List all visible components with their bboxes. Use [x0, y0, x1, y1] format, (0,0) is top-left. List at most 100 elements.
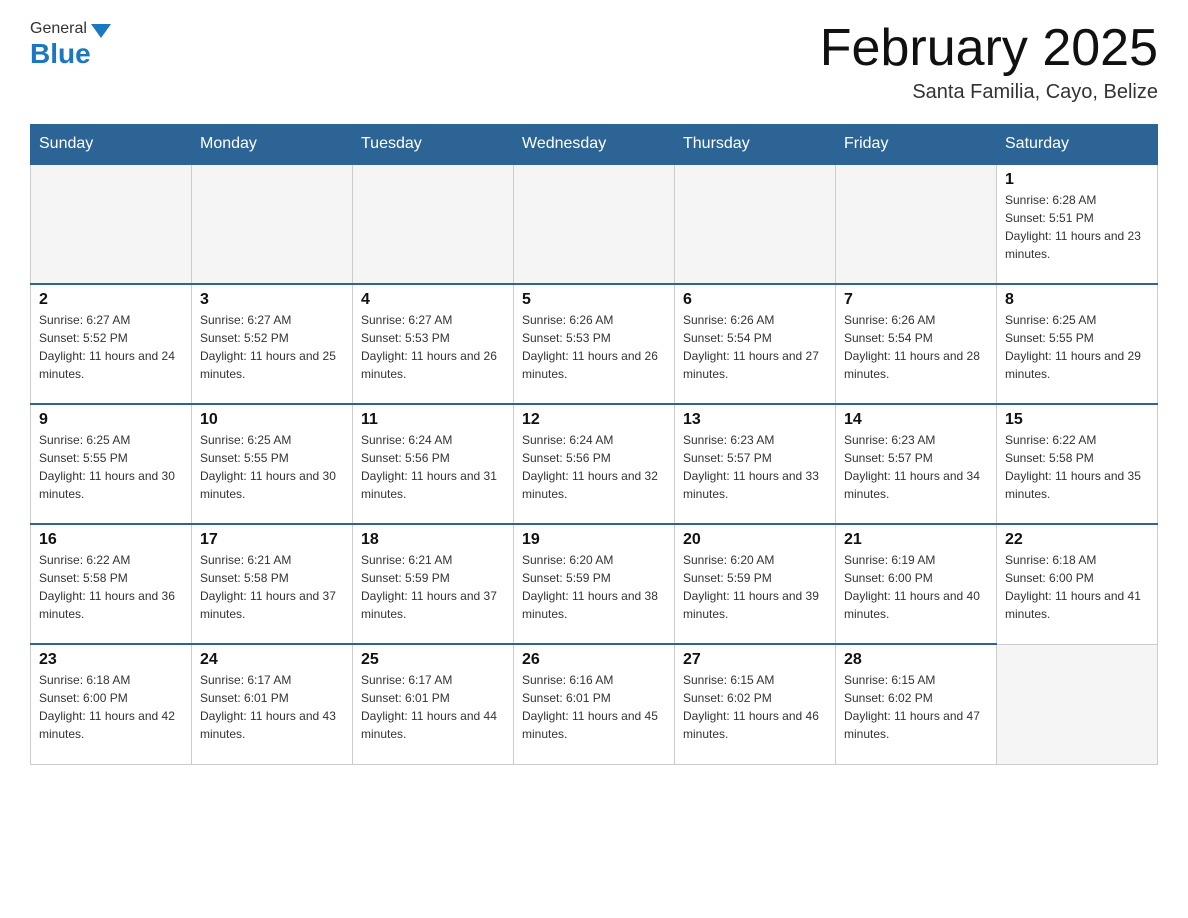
header-wednesday: Wednesday	[514, 125, 675, 165]
header-tuesday: Tuesday	[353, 125, 514, 165]
calendar-day-cell: 10 Sunrise: 6:25 AMSunset: 5:55 PMDayligh…	[192, 404, 353, 524]
day-number: 7	[844, 291, 988, 309]
calendar-day-cell: 1 Sunrise: 6:28 AMSunset: 5:51 PMDaylight…	[997, 164, 1158, 284]
day-number: 25	[361, 651, 505, 669]
calendar-day-cell: 6 Sunrise: 6:26 AMSunset: 5:54 PMDaylight…	[675, 284, 836, 404]
day-number: 19	[522, 531, 666, 549]
calendar-day-cell: 2 Sunrise: 6:27 AMSunset: 5:52 PMDaylight…	[31, 284, 192, 404]
header-thursday: Thursday	[675, 125, 836, 165]
day-number: 24	[200, 651, 344, 669]
header-monday: Monday	[192, 125, 353, 165]
day-info: Sunrise: 6:28 AMSunset: 5:51 PMDaylight:…	[1005, 191, 1149, 263]
day-number: 1	[1005, 171, 1149, 189]
title-section: February 2025 Santa Familia, Cayo, Beliz…	[820, 20, 1158, 104]
day-number: 27	[683, 651, 827, 669]
day-info: Sunrise: 6:26 AMSunset: 5:54 PMDaylight:…	[844, 311, 988, 383]
calendar-subtitle: Santa Familia, Cayo, Belize	[820, 81, 1158, 104]
day-number: 5	[522, 291, 666, 309]
day-info: Sunrise: 6:21 AMSunset: 5:59 PMDaylight:…	[361, 551, 505, 623]
day-info: Sunrise: 6:21 AMSunset: 5:58 PMDaylight:…	[200, 551, 344, 623]
day-number: 10	[200, 411, 344, 429]
calendar-day-cell: 12 Sunrise: 6:24 AMSunset: 5:56 PMDayligh…	[514, 404, 675, 524]
day-number: 20	[683, 531, 827, 549]
day-number: 15	[1005, 411, 1149, 429]
calendar-day-cell	[997, 644, 1158, 764]
day-info: Sunrise: 6:20 AMSunset: 5:59 PMDaylight:…	[522, 551, 666, 623]
calendar-body: 1 Sunrise: 6:28 AMSunset: 5:51 PMDaylight…	[31, 164, 1158, 764]
calendar-week-row: 23Sunrise: 6:18 AMSunset: 6:00 PMDayligh…	[31, 644, 1158, 764]
day-info: Sunrise: 6:25 AMSunset: 5:55 PMDaylight:…	[39, 431, 183, 503]
calendar-week-row: 9Sunrise: 6:25 AMSunset: 5:55 PMDaylight…	[31, 404, 1158, 524]
calendar-day-cell	[675, 164, 836, 284]
day-info: Sunrise: 6:19 AMSunset: 6:00 PMDaylight:…	[844, 551, 988, 623]
calendar-day-cell: 27 Sunrise: 6:15 AMSunset: 6:02 PMDayligh…	[675, 644, 836, 764]
logo: General Blue	[30, 20, 111, 70]
calendar-day-cell: 5 Sunrise: 6:26 AMSunset: 5:53 PMDaylight…	[514, 284, 675, 404]
calendar-day-cell: 15 Sunrise: 6:22 AMSunset: 5:58 PMDayligh…	[997, 404, 1158, 524]
calendar-day-cell	[514, 164, 675, 284]
day-number: 17	[200, 531, 344, 549]
weekday-header-row: SundayMondayTuesdayWednesdayThursdayFrid…	[31, 125, 1158, 165]
day-info: Sunrise: 6:23 AMSunset: 5:57 PMDaylight:…	[683, 431, 827, 503]
day-number: 6	[683, 291, 827, 309]
calendar-header: SundayMondayTuesdayWednesdayThursdayFrid…	[31, 125, 1158, 165]
day-number: 26	[522, 651, 666, 669]
page-header: General Blue February 2025 Santa Familia…	[30, 20, 1158, 104]
day-info: Sunrise: 6:18 AMSunset: 6:00 PMDaylight:…	[1005, 551, 1149, 623]
calendar-day-cell	[353, 164, 514, 284]
day-number: 8	[1005, 291, 1149, 309]
calendar-day-cell: 23Sunrise: 6:18 AMSunset: 6:00 PMDayligh…	[31, 644, 192, 764]
day-info: Sunrise: 6:26 AMSunset: 5:54 PMDaylight:…	[683, 311, 827, 383]
day-number: 23	[39, 651, 183, 669]
day-number: 13	[683, 411, 827, 429]
calendar-day-cell: 22 Sunrise: 6:18 AMSunset: 6:00 PMDayligh…	[997, 524, 1158, 644]
calendar-day-cell: 7 Sunrise: 6:26 AMSunset: 5:54 PMDaylight…	[836, 284, 997, 404]
day-info: Sunrise: 6:27 AMSunset: 5:52 PMDaylight:…	[39, 311, 183, 383]
calendar-day-cell: 24 Sunrise: 6:17 AMSunset: 6:01 PMDayligh…	[192, 644, 353, 764]
calendar-day-cell: 14Sunrise: 6:23 AMSunset: 5:57 PMDayligh…	[836, 404, 997, 524]
day-info: Sunrise: 6:22 AMSunset: 5:58 PMDaylight:…	[1005, 431, 1149, 503]
calendar-title: February 2025	[820, 20, 1158, 77]
day-info: Sunrise: 6:15 AMSunset: 6:02 PMDaylight:…	[683, 671, 827, 743]
calendar-day-cell: 4Sunrise: 6:27 AMSunset: 5:53 PMDaylight…	[353, 284, 514, 404]
calendar-day-cell: 26Sunrise: 6:16 AMSunset: 6:01 PMDayligh…	[514, 644, 675, 764]
day-info: Sunrise: 6:25 AMSunset: 5:55 PMDaylight:…	[200, 431, 344, 503]
logo-blue-text: Blue	[30, 38, 91, 70]
day-number: 12	[522, 411, 666, 429]
calendar-week-row: 1 Sunrise: 6:28 AMSunset: 5:51 PMDaylight…	[31, 164, 1158, 284]
day-info: Sunrise: 6:17 AMSunset: 6:01 PMDaylight:…	[361, 671, 505, 743]
calendar-day-cell: 18Sunrise: 6:21 AMSunset: 5:59 PMDayligh…	[353, 524, 514, 644]
day-info: Sunrise: 6:27 AMSunset: 5:52 PMDaylight:…	[200, 311, 344, 383]
calendar-day-cell	[31, 164, 192, 284]
calendar-day-cell: 19 Sunrise: 6:20 AMSunset: 5:59 PMDayligh…	[514, 524, 675, 644]
calendar-day-cell: 25 Sunrise: 6:17 AMSunset: 6:01 PMDayligh…	[353, 644, 514, 764]
day-info: Sunrise: 6:17 AMSunset: 6:01 PMDaylight:…	[200, 671, 344, 743]
day-info: Sunrise: 6:24 AMSunset: 5:56 PMDaylight:…	[361, 431, 505, 503]
calendar-week-row: 16 Sunrise: 6:22 AMSunset: 5:58 PMDayligh…	[31, 524, 1158, 644]
calendar-table: SundayMondayTuesdayWednesdayThursdayFrid…	[30, 124, 1158, 765]
day-number: 21	[844, 531, 988, 549]
day-info: Sunrise: 6:26 AMSunset: 5:53 PMDaylight:…	[522, 311, 666, 383]
calendar-week-row: 2 Sunrise: 6:27 AMSunset: 5:52 PMDaylight…	[31, 284, 1158, 404]
calendar-day-cell: 21 Sunrise: 6:19 AMSunset: 6:00 PMDayligh…	[836, 524, 997, 644]
calendar-day-cell	[836, 164, 997, 284]
day-number: 3	[200, 291, 344, 309]
day-info: Sunrise: 6:24 AMSunset: 5:56 PMDaylight:…	[522, 431, 666, 503]
day-number: 16	[39, 531, 183, 549]
day-info: Sunrise: 6:22 AMSunset: 5:58 PMDaylight:…	[39, 551, 183, 623]
day-number: 22	[1005, 531, 1149, 549]
calendar-day-cell: 3 Sunrise: 6:27 AMSunset: 5:52 PMDaylight…	[192, 284, 353, 404]
calendar-day-cell: 8 Sunrise: 6:25 AMSunset: 5:55 PMDaylight…	[997, 284, 1158, 404]
day-number: 28	[844, 651, 988, 669]
header-saturday: Saturday	[997, 125, 1158, 165]
day-number: 14	[844, 411, 988, 429]
day-number: 2	[39, 291, 183, 309]
day-number: 11	[361, 411, 505, 429]
day-info: Sunrise: 6:27 AMSunset: 5:53 PMDaylight:…	[361, 311, 505, 383]
header-sunday: Sunday	[31, 125, 192, 165]
calendar-day-cell: 16 Sunrise: 6:22 AMSunset: 5:58 PMDayligh…	[31, 524, 192, 644]
day-info: Sunrise: 6:25 AMSunset: 5:55 PMDaylight:…	[1005, 311, 1149, 383]
day-info: Sunrise: 6:15 AMSunset: 6:02 PMDaylight:…	[844, 671, 988, 743]
logo-arrow-icon	[91, 24, 111, 38]
calendar-day-cell: 11 Sunrise: 6:24 AMSunset: 5:56 PMDayligh…	[353, 404, 514, 524]
